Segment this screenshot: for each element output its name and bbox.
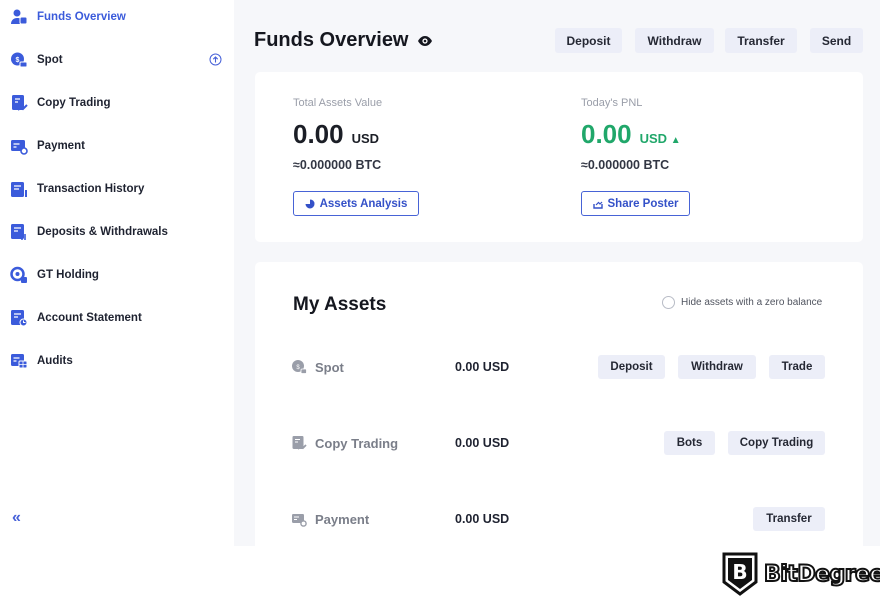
page-title: Funds Overview — [254, 29, 433, 52]
user-wallet-icon — [11, 9, 28, 25]
sidebar-item-label: Spot — [37, 54, 63, 66]
sidebar-item-funds-overview[interactable]: Funds Overview — [0, 2, 234, 32]
sidebar-item-label: Audits — [37, 355, 73, 367]
todays-pnl-amount: 0.00 — [581, 119, 632, 149]
total-assets-label: Total Assets Value — [293, 97, 383, 109]
assets-analysis-label: Assets Analysis — [319, 197, 408, 210]
todays-pnl-currency-text: USD — [639, 131, 668, 146]
sidebar-item-copy-trading[interactable]: Copy Trading — [0, 88, 234, 118]
assets-analysis-button[interactable]: Assets Analysis — [293, 191, 419, 216]
asset-value: 0.00 USD — [455, 512, 510, 526]
deposits-withdrawals-icon — [11, 224, 26, 240]
spot-coin-icon: $ — [11, 52, 28, 68]
sidebar: Funds Overview $ Spot Copy Trading Payme… — [0, 0, 234, 546]
copy-trading-button[interactable]: Copy Trading — [728, 431, 825, 455]
todays-pnl-currency: USD ▲ — [640, 131, 681, 146]
payment-transfer-button[interactable]: Transfer — [753, 507, 825, 531]
copy-trading-icon — [12, 95, 28, 111]
spot-deposit-button[interactable]: Deposit — [598, 355, 665, 379]
spot-trade-button[interactable]: Trade — [769, 355, 825, 379]
sidebar-item-label: GT Holding — [37, 269, 99, 281]
asset-row-copy-trading: Copy Trading 0.00 USD Bots Copy Trading — [255, 428, 863, 458]
my-assets-card: My Assets Hide assets with a zero balanc… — [255, 262, 863, 552]
sidebar-item-label: Deposits & Withdrawals — [37, 226, 168, 238]
gt-holding-icon — [10, 266, 27, 283]
total-assets-amount: 0.00 — [293, 119, 344, 149]
bitdegree-wordmark: BitDegree — [763, 561, 880, 588]
transfer-button[interactable]: Transfer — [725, 28, 797, 53]
sidebar-item-label: Payment — [37, 140, 85, 152]
account-statement-icon — [11, 310, 28, 327]
sidebar-item-deposits-withdrawals[interactable]: Deposits & Withdrawals — [0, 217, 234, 247]
bots-button[interactable]: Bots — [664, 431, 715, 455]
share-poster-button[interactable]: Share Poster — [581, 191, 690, 216]
svg-text:B: B — [732, 560, 747, 584]
bitdegree-watermark: B BitDegree — [722, 552, 880, 596]
sidebar-item-label: Account Statement — [37, 312, 142, 324]
payment-card-icon — [292, 514, 307, 527]
sidebar-item-payment[interactable]: Payment — [0, 131, 234, 161]
asset-name: Copy Trading — [315, 436, 399, 451]
expand-up-icon[interactable] — [209, 53, 222, 66]
todays-pnl-value: 0.00 USD ▲ — [581, 119, 681, 150]
sidebar-item-transaction-history[interactable]: Transaction History — [0, 174, 234, 204]
pie-chart-icon — [305, 199, 315, 208]
asset-name: Spot — [315, 360, 344, 375]
sidebar-item-spot[interactable]: $ Spot — [0, 45, 234, 75]
spot-coin-icon: $ — [292, 360, 307, 374]
sidebar-item-account-statement[interactable]: Account Statement — [0, 303, 234, 333]
total-assets-currency: USD — [351, 131, 380, 146]
todays-pnl-label: Today's PNL — [581, 97, 643, 109]
payment-card-icon — [11, 140, 28, 155]
sidebar-item-audits[interactable]: Audits — [0, 346, 234, 376]
page-title-text: Funds Overview — [254, 29, 409, 51]
svg-text:$: $ — [16, 57, 20, 64]
hide-zero-balance-label: Hide assets with a zero balance — [681, 297, 823, 308]
sidebar-item-gt-holding[interactable]: GT Holding — [0, 260, 234, 290]
share-poster-label: Share Poster — [607, 197, 679, 210]
total-assets-btc: ≈0.000000 BTC — [293, 158, 382, 172]
spot-withdraw-button[interactable]: Withdraw — [678, 355, 756, 379]
hide-zero-balance-radio[interactable] — [662, 296, 675, 309]
collapse-sidebar-icon[interactable]: « — [12, 509, 21, 527]
main-content: Funds Overview Deposit Withdraw Transfer… — [234, 0, 880, 552]
withdraw-button[interactable]: Withdraw — [635, 28, 714, 53]
eye-icon[interactable] — [417, 35, 433, 47]
sidebar-item-label: Transaction History — [37, 183, 145, 195]
share-icon — [592, 201, 603, 209]
asset-value: 0.00 USD — [455, 436, 510, 450]
asset-row-payment: Payment 0.00 USD Transfer — [255, 504, 863, 534]
asset-name: Payment — [315, 512, 370, 527]
todays-pnl-btc: ≈0.000000 BTC — [581, 158, 670, 172]
total-assets-value: 0.00 USD — [293, 119, 379, 150]
summary-card: Total Assets Value 0.00 USD ≈0.000000 BT… — [255, 72, 863, 242]
hide-zero-balance-toggle[interactable]: Hide assets with a zero balance — [662, 296, 822, 309]
sidebar-item-label: Funds Overview — [37, 11, 126, 23]
bitdegree-shield-icon: B — [722, 552, 758, 596]
my-assets-title: My Assets — [293, 294, 387, 315]
deposit-button[interactable]: Deposit — [555, 28, 622, 53]
send-button[interactable]: Send — [810, 28, 863, 53]
asset-value: 0.00 USD — [455, 360, 510, 374]
copy-trading-icon — [292, 436, 307, 450]
asset-row-spot: $ Spot 0.00 USD Deposit Withdraw Trade — [255, 352, 863, 382]
trend-up-icon: ▲ — [670, 135, 681, 146]
sidebar-item-label: Copy Trading — [37, 97, 111, 109]
audits-icon — [11, 354, 28, 369]
transaction-history-icon — [11, 182, 27, 197]
